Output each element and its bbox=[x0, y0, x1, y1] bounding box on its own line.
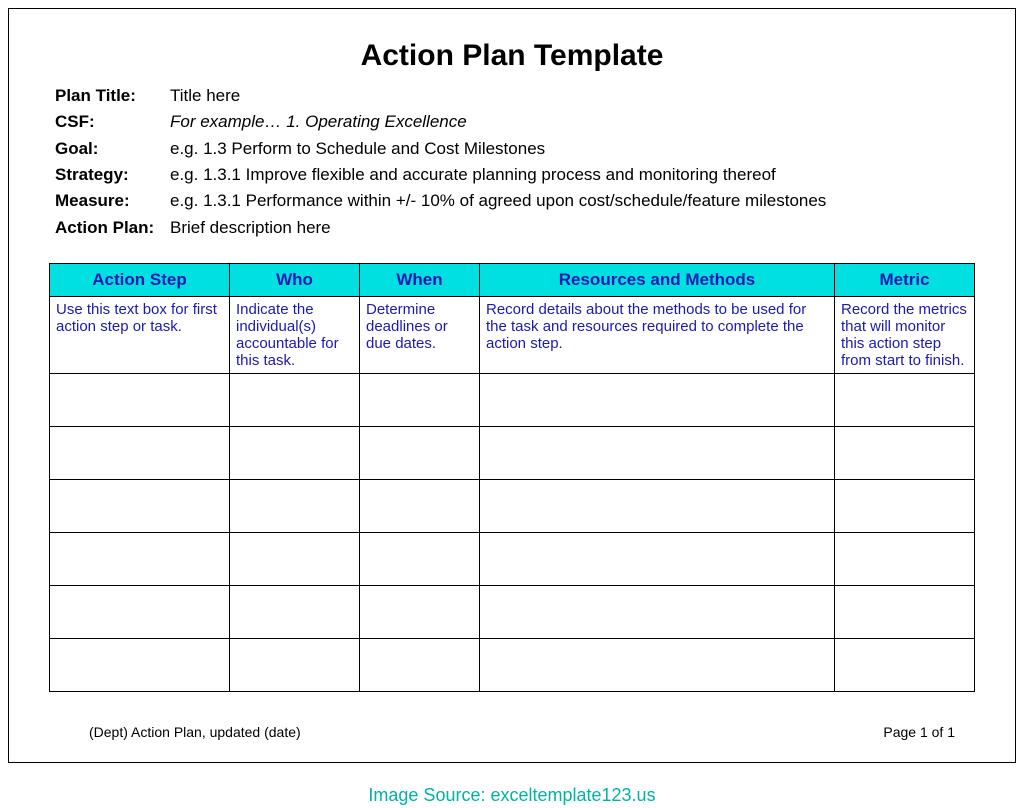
meta-value: Brief description here bbox=[170, 215, 975, 241]
page-title: Action Plan Template bbox=[49, 39, 975, 73]
header-action-step: Action Step bbox=[50, 264, 230, 297]
action-table: Action Step Who When Resources and Metho… bbox=[49, 263, 975, 692]
meta-block: Plan Title: Title here CSF: For example…… bbox=[55, 83, 975, 241]
table-row bbox=[50, 427, 975, 480]
footer-right: Page 1 of 1 bbox=[883, 724, 955, 740]
meta-label: Measure: bbox=[55, 188, 170, 214]
table-row bbox=[50, 374, 975, 427]
header-when: When bbox=[360, 264, 480, 297]
desc-resources: Record details about the methods to be u… bbox=[480, 297, 835, 374]
desc-action-step: Use this text box for first action step … bbox=[50, 297, 230, 374]
desc-metric: Record the metrics that will monitor thi… bbox=[835, 297, 975, 374]
footer-left: (Dept) Action Plan, updated (date) bbox=[89, 724, 301, 740]
meta-value: Title here bbox=[170, 83, 975, 109]
meta-row: Goal: e.g. 1.3 Perform to Schedule and C… bbox=[55, 136, 975, 162]
meta-row: Action Plan: Brief description here bbox=[55, 215, 975, 241]
meta-label: Strategy: bbox=[55, 162, 170, 188]
table-row bbox=[50, 639, 975, 692]
meta-value: e.g. 1.3 Perform to Schedule and Cost Mi… bbox=[170, 136, 975, 162]
footer: (Dept) Action Plan, updated (date) Page … bbox=[89, 724, 955, 740]
meta-value: For example… 1. Operating Excellence bbox=[170, 109, 975, 135]
meta-row: Measure: e.g. 1.3.1 Performance within +… bbox=[55, 188, 975, 214]
meta-label: Goal: bbox=[55, 136, 170, 162]
meta-label: CSF: bbox=[55, 109, 170, 135]
table-row bbox=[50, 586, 975, 639]
header-metric: Metric bbox=[835, 264, 975, 297]
meta-label: Plan Title: bbox=[55, 83, 170, 109]
desc-who: Indicate the individual(s) accountable f… bbox=[230, 297, 360, 374]
header-resources: Resources and Methods bbox=[480, 264, 835, 297]
desc-when: Determine deadlines or due dates. bbox=[360, 297, 480, 374]
meta-value: e.g. 1.3.1 Improve flexible and accurate… bbox=[170, 162, 975, 188]
table-desc-row: Use this text box for first action step … bbox=[50, 297, 975, 374]
meta-label: Action Plan: bbox=[55, 215, 170, 241]
meta-row: Plan Title: Title here bbox=[55, 83, 975, 109]
meta-value: e.g. 1.3.1 Performance within +/- 10% of… bbox=[170, 188, 975, 214]
document-page: Action Plan Template Plan Title: Title h… bbox=[8, 8, 1016, 763]
table-row bbox=[50, 480, 975, 533]
image-source: Image Source: exceltemplate123.us bbox=[0, 785, 1024, 806]
meta-row: Strategy: e.g. 1.3.1 Improve flexible an… bbox=[55, 162, 975, 188]
table-row bbox=[50, 533, 975, 586]
header-who: Who bbox=[230, 264, 360, 297]
meta-row: CSF: For example… 1. Operating Excellenc… bbox=[55, 109, 975, 135]
table-header-row: Action Step Who When Resources and Metho… bbox=[50, 264, 975, 297]
